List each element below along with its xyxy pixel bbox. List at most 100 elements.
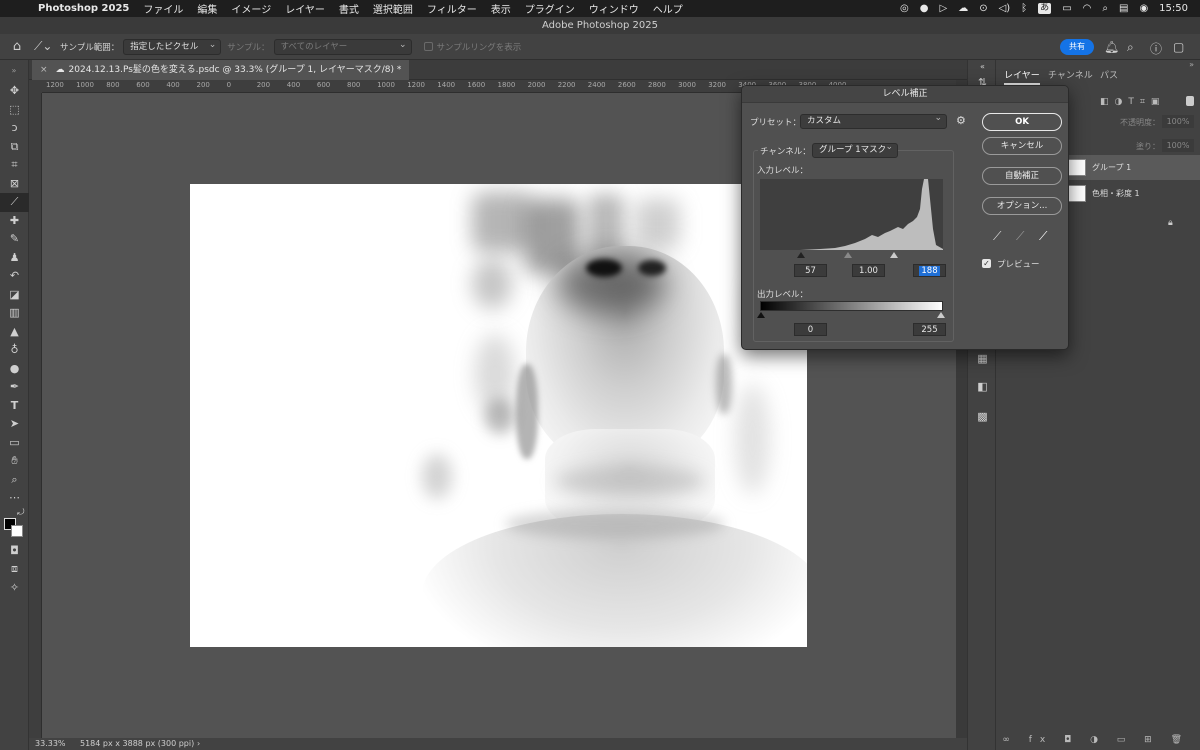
status-menu-chevron-icon[interactable]: › <box>197 738 200 750</box>
channels-panel-icon[interactable]: ▦ <box>968 352 997 365</box>
menu-image[interactable]: イメージ <box>231 1 271 16</box>
move-tool-icon[interactable]: ✥ <box>0 82 29 101</box>
ruler-corner[interactable] <box>29 80 42 93</box>
share-button[interactable]: 共有 <box>1060 39 1094 55</box>
input-black-value[interactable]: 57 <box>794 264 827 277</box>
home-icon[interactable]: ⌂ <box>0 39 34 54</box>
menu-window[interactable]: ウィンドウ <box>589 1 639 16</box>
dodge-tool-icon[interactable]: ♁ <box>0 341 29 360</box>
output-white-value[interactable]: 255 <box>913 323 946 336</box>
filter-icons[interactable]: ◧◑T⌗▣ <box>1100 97 1165 107</box>
layer-mask-thumbnail[interactable] <box>1068 159 1086 176</box>
history-brush-tool-icon[interactable]: ↶ <box>0 267 29 286</box>
menu-plugins[interactable]: プラグイン <box>525 1 575 16</box>
toolbar-collapse-icon[interactable]: » <box>0 60 28 82</box>
pen-tool-icon[interactable]: ✒ <box>0 378 29 397</box>
zoom-level[interactable]: 33.33% <box>35 738 66 750</box>
sync-icon[interactable]: ● <box>920 3 929 14</box>
object-select-tool-icon[interactable]: ⧉ <box>0 138 29 157</box>
menu-edit[interactable]: 編集 <box>197 1 217 16</box>
clock[interactable]: 15:50 <box>1159 3 1188 14</box>
sample-layers-select[interactable]: すべてのレイヤー <box>273 38 412 55</box>
search-icon[interactable]: ⌕ <box>1127 40 1134 55</box>
healing-brush-tool-icon[interactable]: ✚ <box>0 212 29 231</box>
stamp-tool-icon[interactable]: ♟ <box>0 249 29 268</box>
menu-type[interactable]: 書式 <box>339 1 359 16</box>
input-gamma-slider[interactable] <box>844 252 852 258</box>
input-white-slider[interactable] <box>890 252 898 258</box>
fill-value[interactable]: 100% <box>1162 139 1194 152</box>
app-menu[interactable]: Photoshop 2025 <box>38 3 129 14</box>
lasso-tool-icon[interactable]: ↄ <box>0 119 29 138</box>
hand-tool-icon[interactable]: ✋︎ <box>0 452 29 471</box>
eyedropper-tool-preset-icon[interactable]: ⟋⌄ <box>34 39 60 54</box>
menu-layer[interactable]: レイヤー <box>285 1 325 16</box>
menu-view[interactable]: 表示 <box>491 1 511 16</box>
opacity-value[interactable]: 100% <box>1162 115 1194 128</box>
layers-panel-actions[interactable]: ∞ fx ◘ ◑ ▭ ⊞ 🗑︎ <box>996 735 1200 750</box>
output-black-slider[interactable] <box>757 312 765 318</box>
input-white-field[interactable]: 188 <box>913 264 946 277</box>
sponge-tool-icon[interactable]: ● <box>0 360 29 379</box>
options-button[interactable]: オプション... <box>982 197 1062 215</box>
cancel-button[interactable]: キャンセル <box>982 137 1062 155</box>
swap-colors-icon[interactable]: ⤾ <box>17 508 25 518</box>
output-white-slider[interactable] <box>937 312 945 318</box>
input-method-indicator[interactable]: あ <box>1038 3 1052 14</box>
control-center-icon[interactable]: ▤ <box>1119 3 1128 14</box>
filter-toggle[interactable] <box>1186 96 1194 106</box>
black-point-eyedropper-icon[interactable]: ⟋ <box>993 229 1001 244</box>
marquee-tool-icon[interactable]: ⬚ <box>0 101 29 120</box>
media-play-icon[interactable]: ⊙ <box>979 3 987 14</box>
preset-select[interactable]: カスタム <box>800 112 947 129</box>
sample-ring-checkbox[interactable] <box>423 42 433 51</box>
spotlight-icon[interactable]: ⌕ <box>1102 3 1108 14</box>
creative-cloud-icon[interactable]: ◎ <box>900 3 909 14</box>
menu-file[interactable]: ファイル <box>143 1 183 16</box>
battery-icon[interactable]: ▭ <box>1062 3 1071 14</box>
menu-filter[interactable]: フィルター <box>427 1 477 16</box>
output-black-value[interactable]: 0 <box>794 323 827 336</box>
background-color-swatch[interactable] <box>11 524 23 537</box>
layer-mask-thumbnail[interactable] <box>1068 185 1086 202</box>
tab-paths[interactable]: パス <box>1100 68 1118 85</box>
blur-tool-icon[interactable]: ▲ <box>0 323 29 342</box>
screen-mode-icon[interactable]: ⧈ <box>0 560 29 579</box>
quick-mask-icon[interactable]: ◘ <box>0 542 29 561</box>
input-black-slider[interactable] <box>797 252 805 258</box>
workspace-icon[interactable]: ▢ <box>1173 40 1184 54</box>
more-tools-icon[interactable]: ⋯ <box>0 489 29 508</box>
path-select-tool-icon[interactable]: ➤ <box>0 415 29 434</box>
panel-expand-icon[interactable]: « <box>968 62 997 71</box>
sample-size-select[interactable]: 指定したピクセル <box>123 38 222 55</box>
volume-icon[interactable]: ◁) <box>999 3 1011 14</box>
patterns-panel-icon[interactable]: ▩ <box>968 410 997 423</box>
type-tool-icon[interactable]: T <box>0 397 29 416</box>
eyedropper-tool-icon[interactable]: ⟋ <box>0 193 29 212</box>
play-icon[interactable]: ▷ <box>939 3 947 14</box>
wifi-icon[interactable]: ◠ <box>1083 3 1092 14</box>
document-tab[interactable]: × ☁ 2024.12.13.Ps髪の色を変える.psdc @ 33.3% (グルー… <box>32 60 410 80</box>
rectangle-tool-icon[interactable]: ▭ <box>0 434 29 453</box>
tab-layers[interactable]: レイヤー <box>1004 68 1040 85</box>
tab-channels[interactable]: チャンネル <box>1048 68 1093 85</box>
help-icon[interactable]: ⓘ <box>1150 40 1162 57</box>
ok-button[interactable]: OK <box>982 113 1062 131</box>
cloud-icon[interactable]: ☁ <box>958 3 968 14</box>
bluetooth-icon[interactable]: ᛒ <box>1021 3 1027 14</box>
crop-tool-icon[interactable]: ⌗ <box>0 156 29 175</box>
preset-options-gear-icon[interactable]: ⚙︎ <box>956 114 966 127</box>
white-point-eyedropper-icon[interactable]: ⟋ <box>1039 229 1047 244</box>
auto-button[interactable]: 自動補正 <box>982 167 1062 185</box>
input-gamma-value[interactable]: 1.00 <box>852 264 885 277</box>
close-tab-icon[interactable]: × <box>40 65 48 75</box>
frame-tool-icon[interactable]: ⊠ <box>0 175 29 194</box>
channel-select[interactable]: グループ 1マスク <box>812 141 898 158</box>
gradients-panel-icon[interactable]: ◧ <box>968 380 997 393</box>
zoom-tool-icon[interactable]: ⌕ <box>0 471 29 490</box>
brush-tool-icon[interactable]: ✎ <box>0 230 29 249</box>
siri-icon[interactable]: ◉ <box>1139 3 1148 14</box>
menu-help[interactable]: ヘルプ <box>653 1 683 16</box>
vertical-ruler[interactable] <box>29 93 42 738</box>
notifications-icon[interactable]: 🔔︎ <box>1104 40 1119 54</box>
